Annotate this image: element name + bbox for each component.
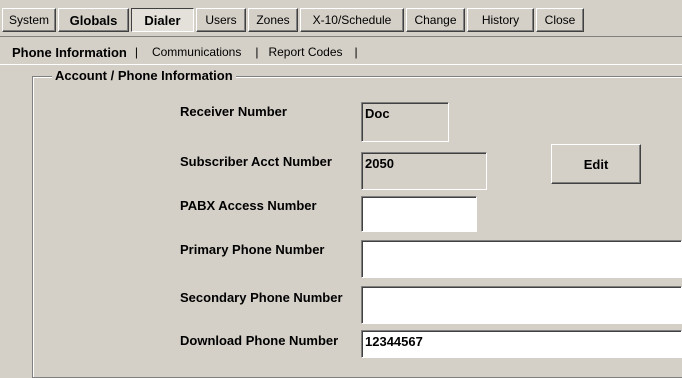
primary-phone-number-label: Primary Phone Number — [180, 242, 325, 257]
tab-system-label: System — [8, 13, 49, 27]
tab-users[interactable]: Users — [196, 8, 246, 32]
tab-zones-label: Zones — [256, 13, 290, 27]
tab-users-label: Users — [205, 13, 237, 27]
tab-dialer-label: Dialer — [144, 12, 181, 28]
groupbox-title: Account / Phone Information — [52, 68, 236, 83]
tab-bar-divider — [0, 36, 682, 37]
secondary-phone-number-label: Secondary Phone Number — [180, 290, 343, 305]
main-tab-bar: System Globals Dialer Users Zones X-10/S… — [0, 0, 682, 38]
edit-button[interactable]: Edit — [551, 144, 641, 184]
subtab-separator: | — [354, 45, 358, 59]
download-phone-number-label: Download Phone Number — [180, 333, 339, 348]
tab-x10-schedule-label: X-10/Schedule — [312, 13, 392, 27]
tab-globals-label: Globals — [69, 12, 118, 28]
subtab-separator: | — [134, 45, 138, 59]
pabx-access-number-input[interactable] — [361, 196, 477, 232]
tab-change-label: Change — [414, 13, 457, 27]
pabx-access-number-label: PABX Access Number — [180, 198, 317, 213]
secondary-phone-number-input[interactable] — [361, 286, 682, 324]
tab-zones[interactable]: Zones — [248, 8, 298, 32]
tab-globals[interactable]: Globals — [58, 8, 129, 32]
tab-close[interactable]: Close — [536, 8, 584, 32]
subtab-phone-information[interactable]: Phone Information — [12, 45, 127, 60]
tab-history[interactable]: History — [467, 8, 534, 32]
subscriber-acct-number-value: 2050 — [361, 152, 487, 190]
subtab-communications[interactable]: Communications — [152, 45, 241, 59]
primary-phone-number-input[interactable] — [361, 240, 682, 278]
subscriber-acct-number-label: Subscriber Acct Number — [180, 154, 332, 169]
tab-system[interactable]: System — [2, 8, 56, 32]
receiver-number-value: Doc — [361, 102, 449, 142]
subtab-separator: | — [255, 45, 259, 59]
tab-x10-schedule[interactable]: X-10/Schedule — [300, 8, 404, 32]
tab-dialer[interactable]: Dialer — [131, 8, 194, 32]
receiver-number-label: Receiver Number — [180, 104, 287, 119]
tab-close-label: Close — [544, 13, 576, 27]
download-phone-number-input[interactable]: 12344567 — [361, 330, 682, 358]
sub-tab-bar: Phone Information | Communications | Rep… — [0, 41, 682, 63]
subtab-report-codes[interactable]: Report Codes — [268, 45, 342, 59]
tab-history-label: History — [481, 13, 520, 27]
tab-change[interactable]: Change — [406, 8, 465, 32]
